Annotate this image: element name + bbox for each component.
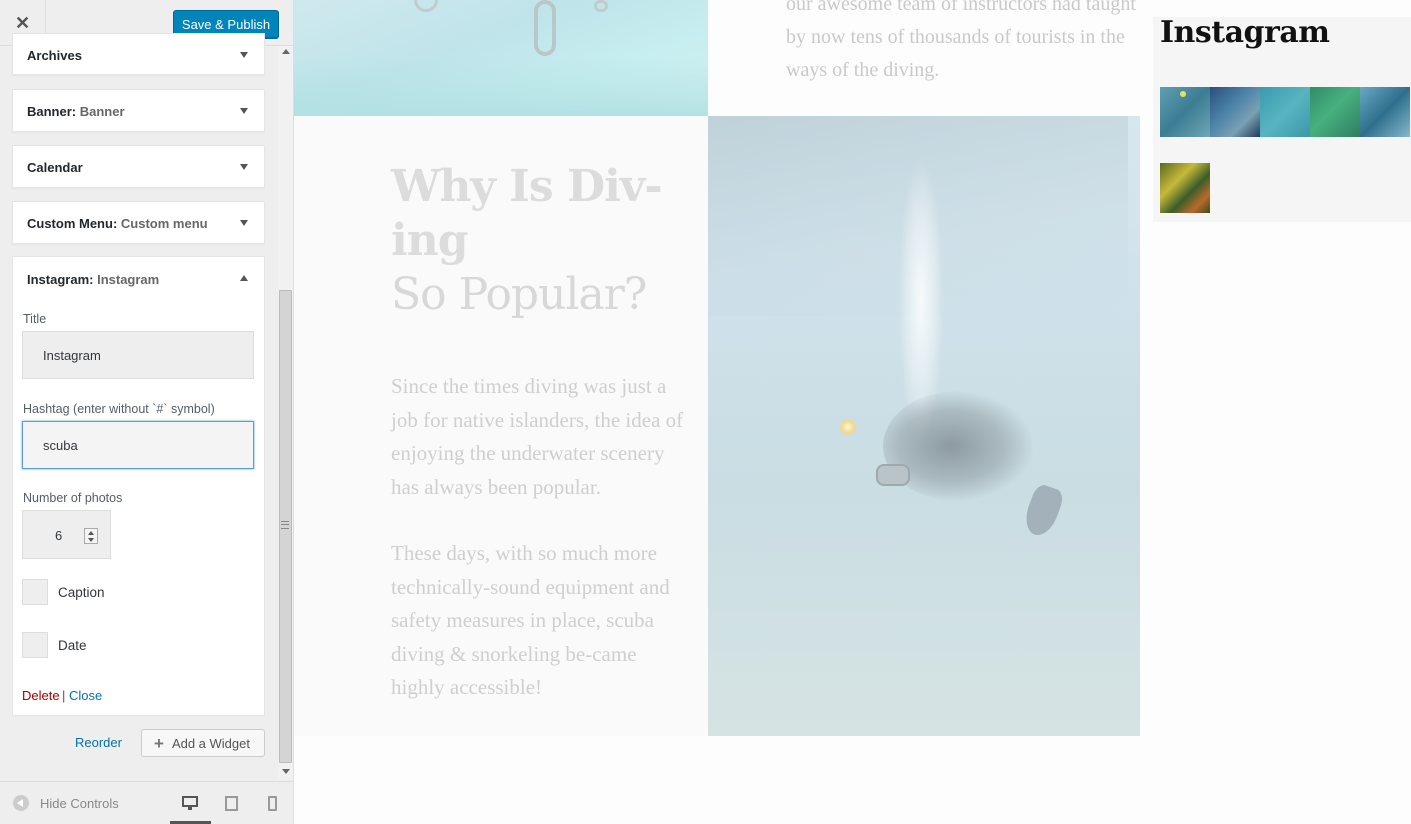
body-paragraph: Since the times diving was just a job fo… <box>391 374 684 499</box>
chain-link-image <box>414 0 438 12</box>
hashtag-input[interactable]: scuba <box>22 421 254 469</box>
dive-light-image <box>840 419 856 435</box>
chevron-down-icon[interactable] <box>240 108 248 114</box>
chevron-down-icon[interactable] <box>240 164 248 170</box>
customizer-sidebar: ✕ Save & Publish Archives Banner: Banner… <box>0 0 294 824</box>
site-preview: our awesome team of instructors had taug… <box>294 0 1411 824</box>
heading-line: Why Is Div- <box>391 161 663 212</box>
fin-image <box>1020 482 1066 540</box>
widget-title-text: Instagram: <box>27 272 94 287</box>
scroll-up-icon[interactable] <box>282 49 290 54</box>
widget-title-text: Calendar <box>27 160 83 175</box>
widget-title: Archives <box>27 48 82 63</box>
underwater-photo-top <box>294 0 708 116</box>
caption-label: Caption <box>58 585 105 600</box>
heading-line: ing <box>391 215 468 266</box>
widget-title-text: Archives <box>27 48 82 63</box>
widget-title-text: Custom Menu: <box>27 216 118 231</box>
heading-line: So Popular? <box>391 269 647 320</box>
instagram-thumbnail[interactable] <box>1160 87 1210 137</box>
caption-checkbox[interactable] <box>22 579 48 605</box>
widget-title-text: Banner: <box>27 104 77 119</box>
widget-custom-menu[interactable]: Custom Menu: Custom menu <box>12 201 265 244</box>
intro-paragraph: our awesome team of instructors had taug… <box>786 0 1136 81</box>
mobile-icon[interactable] <box>268 796 284 811</box>
instagram-thumbnail[interactable] <box>1210 87 1260 137</box>
collapse-arrow-icon[interactable] <box>13 795 29 811</box>
hide-controls-button[interactable]: Hide Controls <box>40 796 119 811</box>
photos-number-value: 6 <box>55 528 63 543</box>
widget-title: Calendar <box>27 160 83 175</box>
photos-field-label: Number of photos <box>23 491 123 505</box>
close-icon: ✕ <box>14 12 31 33</box>
add-widget-label: Add a Widget <box>171 735 250 751</box>
widget-title: Banner: Banner <box>27 104 125 119</box>
delete-widget-link[interactable]: Delete <box>22 688 60 703</box>
chevron-down-icon[interactable] <box>240 52 248 58</box>
photos-number-input[interactable]: 6 <box>22 510 111 559</box>
plus-icon: + <box>154 733 164 753</box>
instagram-thumbnail[interactable] <box>1310 87 1360 137</box>
instagram-thumbnail[interactable] <box>1360 87 1410 137</box>
diver-photo <box>708 116 1140 736</box>
widget-calendar[interactable]: Calendar <box>12 145 265 188</box>
widget-subtitle: Banner <box>79 104 125 119</box>
chain-link-image <box>594 0 608 12</box>
widget-subtitle: Instagram <box>97 272 160 287</box>
scroll-down-icon[interactable] <box>282 769 290 774</box>
scroll-grip-icon <box>281 521 289 529</box>
coral-image <box>294 56 708 116</box>
stepper-up-icon[interactable] <box>88 531 94 535</box>
instagram-thumbnail[interactable] <box>1160 163 1210 213</box>
stepper-down-icon[interactable] <box>88 538 94 542</box>
widget-title: Instagram: Instagram <box>27 272 159 287</box>
desktop-icon[interactable] <box>182 796 198 810</box>
instagram-widget-title: Instagram <box>1160 15 1330 50</box>
section-heading: Why Is Div- ing So Popular? <box>391 160 691 322</box>
number-stepper[interactable] <box>84 528 98 544</box>
reorder-link[interactable]: Reorder <box>75 735 122 750</box>
widget-instagram-header[interactable]: Instagram: Instagram <box>12 256 265 300</box>
widget-banner[interactable]: Banner: Banner <box>12 89 265 132</box>
widget-subtitle: Custom menu <box>120 216 208 231</box>
chevron-up-icon[interactable] <box>240 275 248 281</box>
title-input[interactable]: Instagram <box>22 331 254 379</box>
instagram-thumbnail[interactable] <box>1260 87 1310 137</box>
body-paragraph: These days, with so much more technicall… <box>391 541 670 699</box>
link-separator: | <box>62 688 66 703</box>
intro-text-block: our awesome team of instructors had taug… <box>708 0 1140 116</box>
close-widget-link[interactable]: Close <box>69 688 102 703</box>
camera-image <box>876 464 910 486</box>
add-widget-button[interactable]: + Add a Widget <box>141 729 265 757</box>
chevron-down-icon[interactable] <box>240 220 248 226</box>
date-checkbox[interactable] <box>22 632 48 658</box>
date-label: Date <box>58 638 87 653</box>
widget-archives[interactable]: Archives <box>12 33 265 75</box>
widget-title: Custom Menu: Custom menu <box>27 216 208 231</box>
chain-image <box>534 0 556 56</box>
tablet-icon[interactable] <box>225 796 241 811</box>
title-field-label: Title <box>23 312 47 326</box>
hashtag-field-label: Hashtag (enter without `#` symbol) <box>23 402 215 416</box>
